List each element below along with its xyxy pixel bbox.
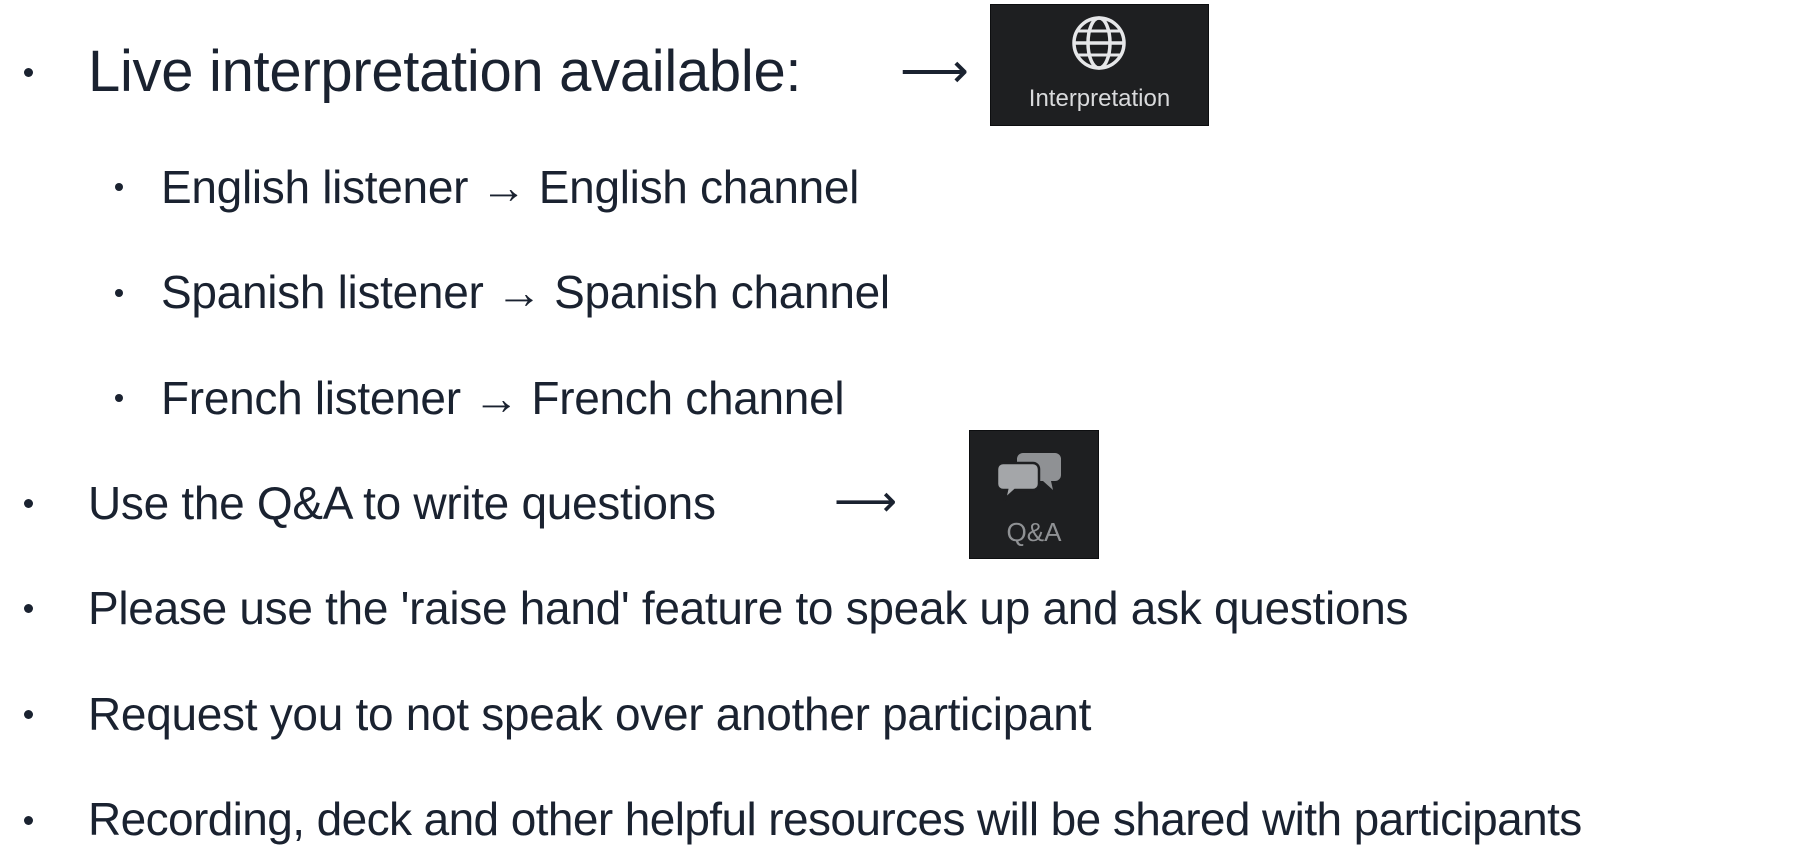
item-text: Recording, deck and other helpful resour… xyxy=(88,793,1582,845)
item-text: French listener → French channel xyxy=(161,372,845,424)
interpretation-button[interactable]: Interpretation xyxy=(990,4,1209,126)
bullet-dot xyxy=(115,289,123,297)
bullet-dot xyxy=(24,68,33,77)
bullet-dot xyxy=(24,710,33,719)
bullet-dot xyxy=(115,394,123,402)
bullet-dot xyxy=(24,604,33,613)
globe-icon xyxy=(1072,16,1126,70)
arrow-right-icon: ⟶ xyxy=(834,477,898,526)
arrow-right-icon: ⟶ xyxy=(900,45,969,98)
item-text: Spanish listener → Spanish channel xyxy=(161,266,890,318)
qa-button-label: Q&A xyxy=(1006,517,1062,547)
chat-bubbles-icon xyxy=(997,453,1061,501)
bullet-dot xyxy=(115,183,123,191)
bullet-dot xyxy=(24,499,33,508)
qa-button[interactable]: Q&A xyxy=(969,430,1099,559)
interpretation-button-label: Interpretation xyxy=(1028,85,1171,112)
item-text: Request you to not speak over another pa… xyxy=(88,688,1092,740)
item-text: Use the Q&A to write questions xyxy=(88,477,716,529)
item-text: Live interpretation available: xyxy=(88,39,802,104)
item-text: English listener → English channel xyxy=(161,161,860,213)
item-text: Please use the 'raise hand' feature to s… xyxy=(88,582,1409,634)
bullet-dot xyxy=(24,816,33,825)
